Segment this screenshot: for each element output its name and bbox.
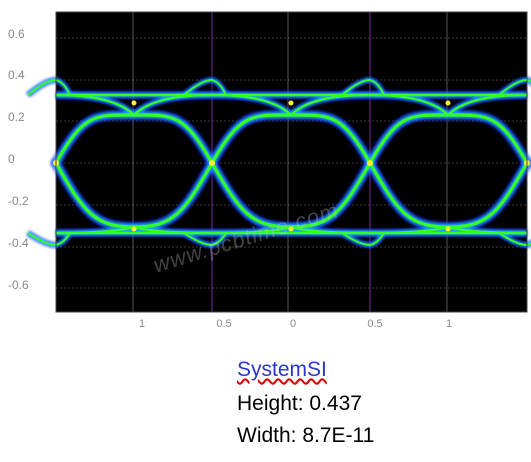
y-tick-label: -0.6: [8, 278, 29, 292]
peak-hotspot: [445, 226, 451, 232]
x-tick-label: 0.5: [216, 318, 232, 330]
y-tick-label: 0.6: [8, 27, 25, 41]
systemsi-link[interactable]: SystemSI: [237, 358, 327, 382]
y-tick-label: -0.4: [8, 236, 29, 250]
x-tick-label: 0.5: [367, 318, 383, 330]
y-tick-label: 0: [8, 152, 15, 166]
y-tick-label: 0.4: [8, 68, 25, 82]
peak-hotspot: [445, 100, 451, 106]
x-tick-label: 1: [138, 318, 146, 330]
peak-hotspot: [288, 100, 294, 106]
y-tick-label: -0.2: [8, 194, 29, 208]
crossing-hotspot: [367, 160, 373, 166]
y-tick-label: 0.2: [8, 110, 25, 124]
eye-diagram-plot: [25, 11, 531, 313]
eye-width-value: Width: 8.7E-11: [237, 424, 375, 447]
plot-background: [56, 12, 527, 312]
peak-hotspot: [131, 100, 137, 106]
x-tick-label: 1: [445, 318, 453, 330]
crossing-hotspot: [209, 160, 215, 166]
eye-height-value: Height: 0.437: [237, 392, 362, 415]
peak-hotspot: [131, 226, 137, 232]
x-tick-label: 0: [289, 318, 297, 330]
